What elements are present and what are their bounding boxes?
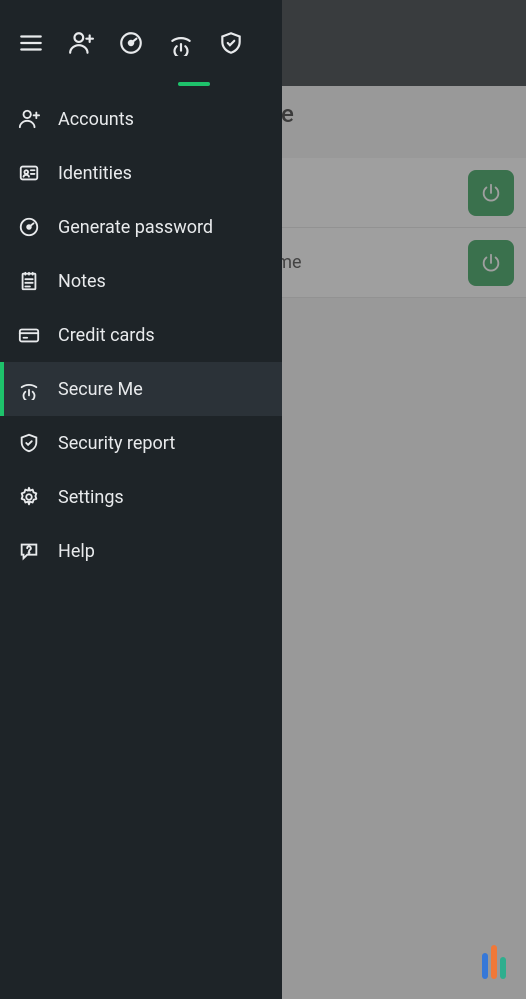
menu-list: Accounts Identities Generate password No… [0, 86, 282, 578]
gauge-icon[interactable] [118, 30, 144, 56]
menu-item-notes[interactable]: Notes [0, 254, 282, 308]
shield-check-icon[interactable] [218, 30, 244, 56]
gear-icon [18, 486, 40, 508]
id-card-icon [18, 162, 40, 184]
active-tab-indicator [178, 82, 210, 86]
shield-check-icon [18, 432, 40, 454]
menu-item-credit-cards[interactable]: Credit cards [0, 308, 282, 362]
help-icon [18, 540, 40, 562]
menu-item-label: Help [58, 541, 95, 562]
menu-item-label: Identities [58, 163, 132, 184]
secure-me-icon [18, 378, 40, 400]
menu-item-settings[interactable]: Settings [0, 470, 282, 524]
menu-item-secure-me[interactable]: Secure Me [0, 362, 282, 416]
menu-item-identities[interactable]: Identities [0, 146, 282, 200]
menu-item-label: Secure Me [58, 379, 143, 400]
notes-icon [18, 270, 40, 292]
menu-item-help[interactable]: Help [0, 524, 282, 578]
menu-item-label: Settings [58, 487, 124, 508]
gauge-icon [18, 216, 40, 238]
menu-item-label: Accounts [58, 109, 134, 130]
top-icon-bar [0, 0, 282, 86]
menu-item-label: Notes [58, 271, 106, 292]
menu-item-label: Security report [58, 433, 175, 454]
credit-card-icon [18, 324, 40, 346]
menu-item-generate-password[interactable]: Generate password [0, 200, 282, 254]
menu-item-security-report[interactable]: Security report [0, 416, 282, 470]
menu-item-label: Generate password [58, 217, 213, 238]
menu-item-label: Credit cards [58, 325, 155, 346]
navigation-drawer: Accounts Identities Generate password No… [0, 0, 282, 999]
account-icon [18, 108, 40, 130]
brand-logo-icon [482, 945, 506, 979]
account-icon[interactable] [68, 30, 94, 56]
secure-me-tab-icon[interactable] [168, 30, 194, 56]
menu-item-accounts[interactable]: Accounts [0, 92, 282, 146]
hamburger-menu-icon[interactable] [18, 30, 44, 56]
